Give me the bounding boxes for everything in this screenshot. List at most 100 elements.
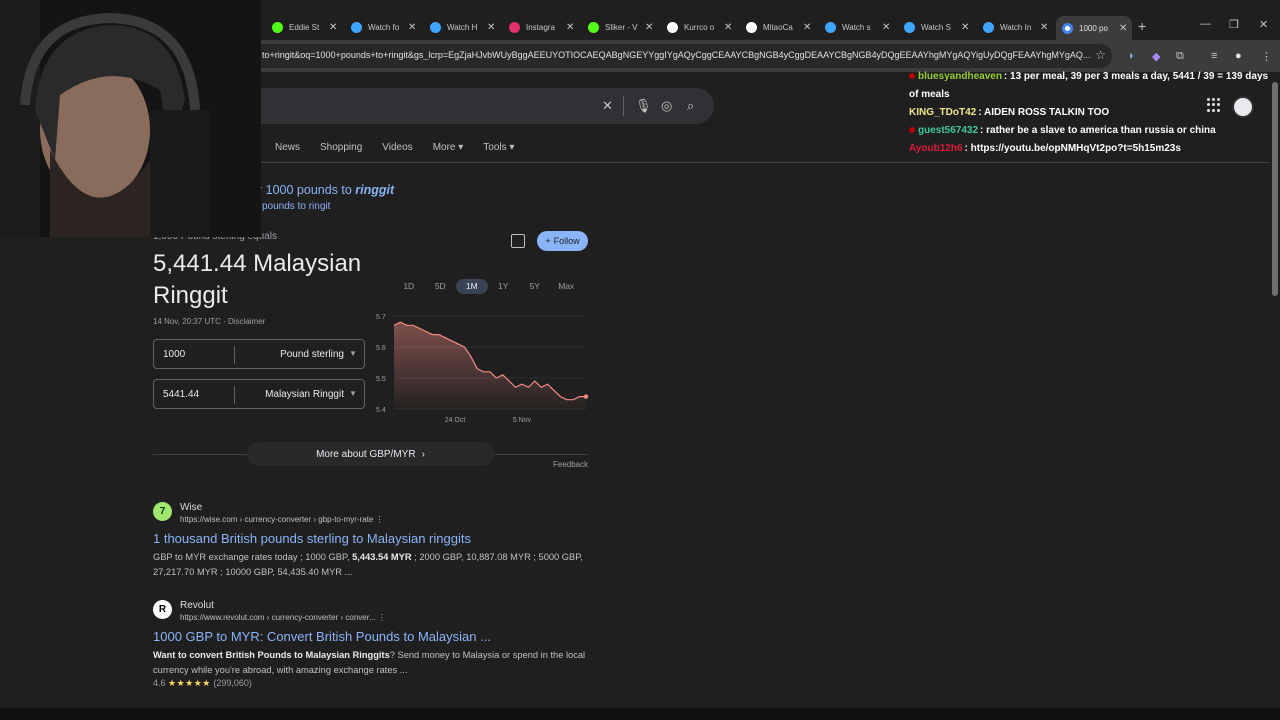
range-max[interactable]: Max: [551, 279, 583, 294]
tab-news[interactable]: News: [275, 142, 300, 153]
close-icon[interactable]: ✕: [487, 22, 495, 33]
scrollbar[interactable]: [1270, 72, 1280, 708]
profile-icon[interactable]: ●: [1235, 50, 1242, 62]
browser-tab[interactable]: Kurrco o ✕: [661, 16, 732, 38]
clear-icon[interactable]: ✕: [602, 98, 613, 114]
more-options-icon[interactable]: ⋮: [376, 515, 384, 524]
close-icon[interactable]: ✕: [1040, 22, 1048, 33]
browser-tab[interactable]: MitaoCa ✕: [740, 16, 811, 38]
range-1y[interactable]: 1Y: [488, 279, 520, 294]
tab-favicon-icon: [509, 21, 520, 33]
tab-favicon-icon: [588, 21, 599, 33]
extension-icon[interactable]: ◆: [1152, 50, 1160, 63]
chevron-down-icon[interactable]: ▼: [349, 389, 357, 398]
chat-message: Ayoub12h6: https://youtu.be/opNMHqVt2po?…: [909, 143, 1181, 154]
close-icon[interactable]: ✕: [803, 22, 811, 33]
chart-current-point: [583, 394, 589, 399]
scrollbar-thumb[interactable]: [1272, 82, 1278, 296]
conversion-result: 5,441.44 Malaysian Ringgit: [153, 250, 362, 309]
follow-button[interactable]: + Follow: [537, 231, 588, 251]
result-site[interactable]: Wise: [180, 502, 202, 513]
share-icon[interactable]: [511, 234, 525, 248]
tab-favicon-icon: [272, 21, 283, 33]
minimize-icon[interactable]: —: [1200, 18, 1211, 30]
search-tabs: News Shopping Videos More ▾ Tools ▾: [275, 142, 514, 153]
result-url[interactable]: https://www.revolut.com › currency-conve…: [180, 613, 386, 622]
webcam-image: [0, 0, 261, 237]
close-window-icon[interactable]: ✕: [1259, 18, 1268, 31]
wise-logo-icon: 7: [153, 502, 172, 521]
original-query-link[interactable]: pounds to ringit: [262, 201, 330, 212]
to-currency-field[interactable]: 5441.44 Malaysian Ringgit ▼: [153, 379, 365, 409]
extension-icon[interactable]: ◗: [1128, 50, 1135, 62]
range-5y[interactable]: 5Y: [519, 279, 551, 294]
browser-tab[interactable]: Watch S ✕: [898, 16, 969, 38]
tab-shopping[interactable]: Shopping: [320, 142, 362, 153]
tab-label: Watch In: [1000, 22, 1032, 32]
y-tick-label: 5.5: [376, 376, 386, 383]
browser-tab[interactable]: Watch In ✕: [977, 16, 1048, 38]
close-icon[interactable]: ✕: [1119, 23, 1127, 34]
tab-tools[interactable]: Tools ▾: [483, 142, 514, 153]
chevron-down-icon[interactable]: ▼: [349, 349, 357, 358]
browser-tab-active[interactable]: 1000 po ✕: [1056, 16, 1132, 40]
tab-favicon-icon: [430, 21, 441, 33]
result-snippet: Want to convert British Pounds to Malays…: [153, 650, 586, 675]
feedback-link[interactable]: Feedback: [553, 460, 588, 469]
more-about-button[interactable]: More about GBP/MYR ›: [247, 442, 494, 466]
search-input[interactable]: ✕ 🎙 ◎ ⌕: [220, 88, 714, 124]
browser-tab[interactable]: Watch s ✕: [819, 16, 890, 38]
tab-videos[interactable]: Videos: [382, 142, 412, 153]
badge-icon: [909, 127, 915, 134]
divider: [150, 162, 1270, 163]
exchange-rate-chart[interactable]: 5.7 5.6 5.5 5.4 24 Oct 5 Nov: [370, 308, 590, 428]
new-tab-icon[interactable]: +: [1138, 18, 1146, 34]
close-icon[interactable]: ✕: [329, 22, 337, 33]
close-icon[interactable]: ✕: [724, 22, 732, 33]
tab-search-icon[interactable]: ≡: [1211, 50, 1217, 62]
tab-favicon-icon: [983, 21, 994, 33]
close-icon[interactable]: ✕: [961, 22, 969, 33]
from-amount[interactable]: 1000: [163, 349, 185, 360]
tab-label: Eddie St: [289, 22, 320, 32]
browser-tab[interactable]: Watch H ✕: [424, 16, 495, 38]
close-icon[interactable]: ✕: [882, 22, 890, 33]
browser-tab[interactable]: Instagra ✕: [503, 16, 574, 38]
chevron-right-icon: ›: [421, 448, 425, 460]
close-icon[interactable]: ✕: [408, 22, 416, 33]
disclaimer-link[interactable]: Disclaimer: [228, 317, 265, 326]
range-5d[interactable]: 5D: [425, 279, 457, 294]
browser-tab[interactable]: Watch fo ✕: [345, 16, 416, 38]
spelling-suggestion[interactable]: r 1000 pounds to ringgit: [258, 183, 394, 197]
from-currency-select[interactable]: Pound sterling: [280, 349, 344, 360]
to-amount[interactable]: 5441.44: [163, 389, 199, 400]
browser-tab[interactable]: Sliker - V ✕: [582, 16, 653, 38]
result-url[interactable]: https://wise.com › currency-converter › …: [180, 515, 384, 524]
more-options-icon[interactable]: ⋮: [378, 613, 386, 622]
close-icon[interactable]: ✕: [645, 22, 653, 33]
range-1d[interactable]: 1D: [393, 279, 425, 294]
address-bar[interactable]: to+ringit&oq=1000+pounds+to+ringit&gs_lc…: [250, 44, 1112, 68]
search-icon[interactable]: ⌕: [687, 98, 694, 114]
range-1m[interactable]: 1M: [456, 279, 488, 294]
microphone-icon[interactable]: 🎙: [635, 98, 652, 114]
maximize-icon[interactable]: ❐: [1229, 18, 1239, 31]
chat-message: bluesyandheaven: 13 per meal, 39 per 3 m…: [909, 71, 1269, 100]
puzzle-icon[interactable]: ⧉: [1176, 50, 1184, 63]
result-title-link[interactable]: 1 thousand British pounds sterling to Ma…: [153, 531, 471, 546]
from-currency-field[interactable]: 1000 Pound sterling ▼: [153, 339, 365, 369]
to-currency-select[interactable]: Malaysian Ringgit: [265, 389, 344, 400]
menu-icon[interactable]: ⋮: [1261, 50, 1272, 63]
bookmark-star-icon[interactable]: ☆: [1095, 48, 1106, 62]
badge-icon: [909, 73, 915, 80]
tab-label: Watch H: [447, 22, 478, 32]
result-title-link[interactable]: 1000 GBP to MYR: Convert British Pounds …: [153, 629, 491, 644]
tab-favicon-icon: [825, 21, 836, 33]
tab-more[interactable]: More ▾: [433, 142, 464, 153]
url-text[interactable]: to+ringit&oq=1000+pounds+to+ringit&gs_lc…: [262, 50, 1092, 60]
close-icon[interactable]: ✕: [566, 22, 574, 33]
result-site[interactable]: Revolut: [180, 600, 214, 611]
browser-tab[interactable]: Eddie St ✕: [266, 16, 337, 38]
lens-icon[interactable]: ◎: [661, 98, 672, 114]
y-tick-label: 5.6: [376, 345, 386, 352]
